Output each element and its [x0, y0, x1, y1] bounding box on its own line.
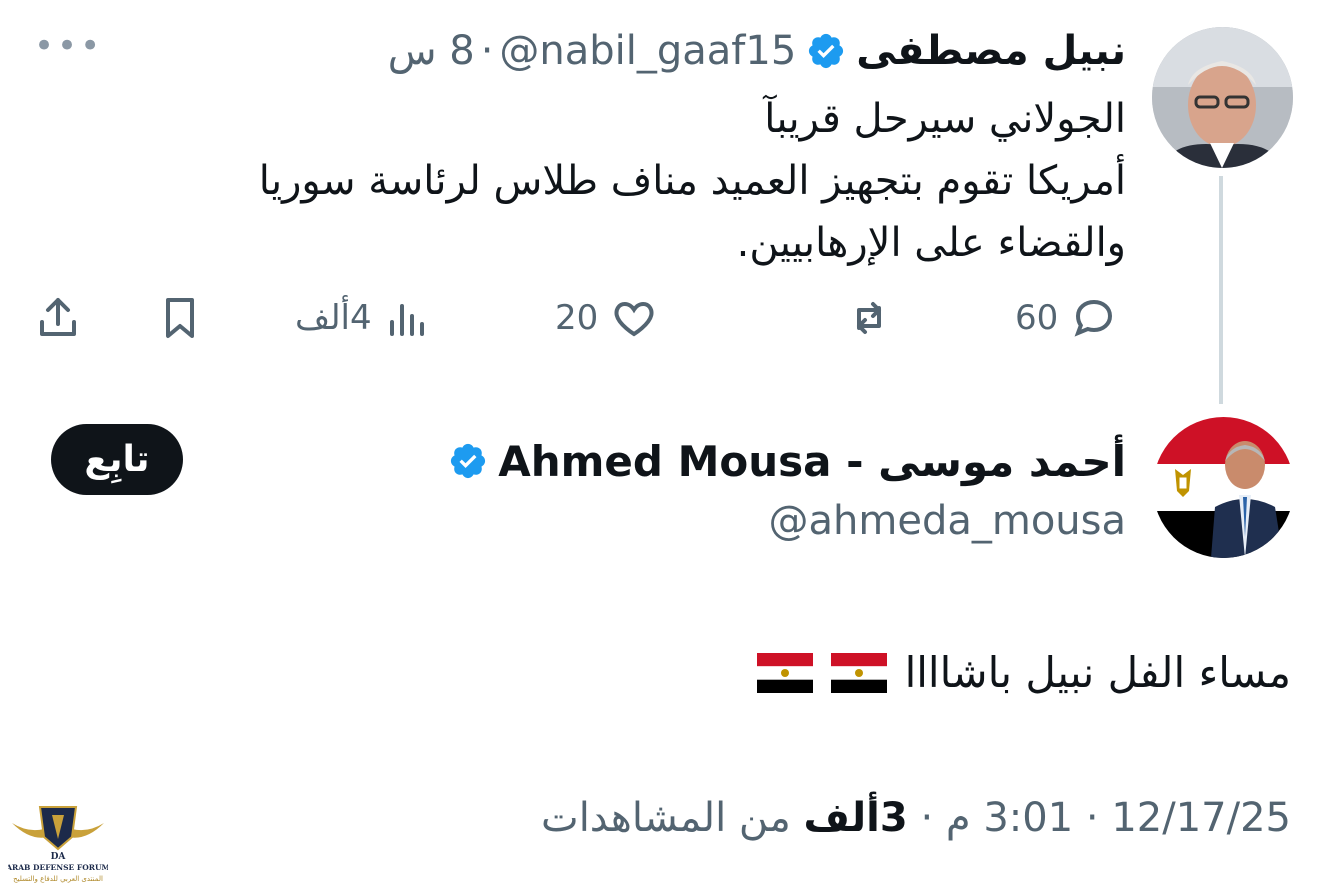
display-name[interactable]: نبيل مصطفى — [856, 28, 1126, 74]
follow-button[interactable]: تابِع — [51, 424, 183, 495]
tweet-line: والقضاء على الإرهابيين. — [736, 220, 1126, 266]
retweet-button[interactable] — [845, 288, 893, 348]
tweet-meta: من المشاهدات 3ألف · 3:01 م · 12/17/25 — [541, 795, 1291, 841]
views-button[interactable]: 4ألف — [295, 288, 430, 348]
tweet-line: الجولاني سيرحل قريبآ — [764, 96, 1126, 142]
avatar-photo-icon — [1152, 27, 1293, 168]
logo-name: ARAB DEFENSE FORUM — [8, 863, 108, 872]
tweet-date[interactable]: 12/17/25 — [1111, 795, 1291, 841]
views-label: من المشاهدات — [541, 795, 791, 841]
retweet-icon — [857, 302, 881, 334]
display-name[interactable]: أحمد موسى - Ahmed Mousa — [498, 437, 1126, 486]
bookmark-button[interactable] — [156, 288, 204, 348]
reply-button[interactable]: 60 — [1015, 288, 1118, 348]
views-count: 3ألف — [803, 795, 908, 841]
thread-line — [1219, 176, 1223, 404]
logo-abbr: DA — [51, 852, 67, 862]
avatar-nabil[interactable] — [1152, 27, 1293, 168]
handle[interactable]: @nabil_gaaf15 — [499, 28, 796, 74]
handle[interactable]: @ahmeda_mousa — [769, 498, 1126, 544]
reply-icon — [1074, 299, 1113, 337]
watermark-logo: DA ARAB DEFENSE FORUM المنتدى العربي للد… — [5, 793, 110, 885]
tweet-time[interactable]: 3:01 م — [946, 795, 1073, 841]
verified-badge-icon — [806, 31, 846, 71]
separator: · — [480, 28, 494, 74]
tweet-line: أمريكا تقوم بتجهيز العميد مناف طلاس لرئا… — [258, 158, 1126, 204]
more-options-icon[interactable]: ••• — [34, 29, 103, 63]
avatar-photo-icon — [1153, 417, 1294, 558]
reply-count: 60 — [1015, 298, 1059, 338]
tweet-text: مساء الفل نبيل باشاااا — [756, 648, 1291, 697]
like-button[interactable]: 20 — [555, 288, 658, 348]
author-header: أحمد موسى - Ahmed Mousa — [438, 432, 1126, 490]
bookmark-icon — [166, 298, 194, 338]
verified-badge-icon — [448, 441, 488, 481]
views-count: 4ألف — [295, 298, 372, 338]
tweet-header: نبيل مصطفى @nabil_gaaf15 · 8 س — [388, 26, 1126, 76]
logo-subtitle: المنتدى العربي للدفاع والتسليح — [13, 875, 103, 883]
action-bar: 60 20 4ألف — [30, 288, 1130, 348]
avatar-ahmed[interactable] — [1153, 417, 1294, 558]
egypt-flag-icon — [756, 652, 813, 693]
egypt-flag-icon — [830, 652, 887, 693]
timestamp[interactable]: 8 س — [388, 28, 475, 74]
share-icon — [40, 298, 76, 336]
tweet-text: الجولاني سيرحل قريبآ أمريكا تقوم بتجهيز … — [176, 88, 1126, 274]
tweet-body: مساء الفل نبيل باشاااا — [904, 648, 1291, 697]
analytics-icon — [389, 304, 424, 336]
heart-icon — [614, 301, 654, 337]
share-button[interactable] — [34, 288, 82, 348]
like-count: 20 — [555, 298, 599, 338]
